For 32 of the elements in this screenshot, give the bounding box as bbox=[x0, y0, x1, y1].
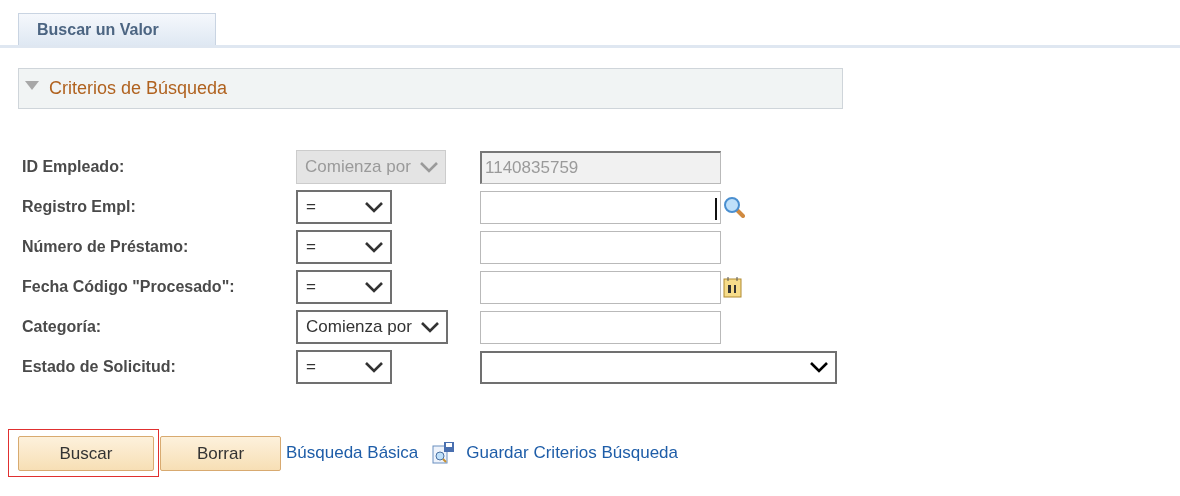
value-select[interactable] bbox=[480, 350, 837, 384]
chevron-icon[interactable] bbox=[364, 361, 384, 373]
operator-select[interactable]: = bbox=[296, 270, 392, 304]
field-label: ID Empleado: bbox=[22, 158, 126, 176]
calendar-icon[interactable] bbox=[723, 276, 743, 298]
section-header[interactable]: Criterios de Búsqueda bbox=[18, 68, 843, 109]
search-icon[interactable] bbox=[723, 196, 745, 218]
link[interactable]: Búsqueda Básica bbox=[286, 443, 419, 463]
chevron-icon[interactable] bbox=[809, 361, 829, 373]
button[interactable]: Borrar bbox=[160, 436, 281, 471]
section-title: Criterios de Búsqueda bbox=[49, 78, 228, 99]
chevron-icon[interactable] bbox=[364, 281, 384, 293]
input-field[interactable] bbox=[480, 270, 721, 304]
chevron-icon[interactable] bbox=[364, 241, 384, 253]
field-label: Número de Préstamo: bbox=[22, 238, 190, 256]
field-label: Estado de Solicitud: bbox=[22, 358, 177, 376]
operator-select[interactable]: Comienza por bbox=[296, 310, 448, 344]
tab[interactable]: Buscar un Valor bbox=[18, 13, 216, 45]
button[interactable]: Buscar bbox=[18, 436, 154, 471]
input-field[interactable] bbox=[480, 190, 721, 224]
chevron-icon[interactable] bbox=[419, 321, 440, 333]
save-search-icon[interactable] bbox=[432, 441, 457, 465]
operator-select[interactable]: = bbox=[296, 190, 392, 224]
field-label: Fecha Código "Procesado": bbox=[22, 278, 236, 296]
link[interactable]: Guardar Criterios Búsqueda bbox=[466, 443, 678, 463]
chevron-icon[interactable] bbox=[364, 201, 384, 213]
operator-select[interactable]: = bbox=[296, 230, 392, 264]
operator-select[interactable]: = bbox=[296, 350, 392, 384]
field-label: Registro Empl: bbox=[22, 198, 137, 216]
input-field[interactable] bbox=[480, 230, 721, 264]
input-field[interactable] bbox=[480, 310, 721, 344]
field-label: Categoría: bbox=[22, 318, 103, 336]
